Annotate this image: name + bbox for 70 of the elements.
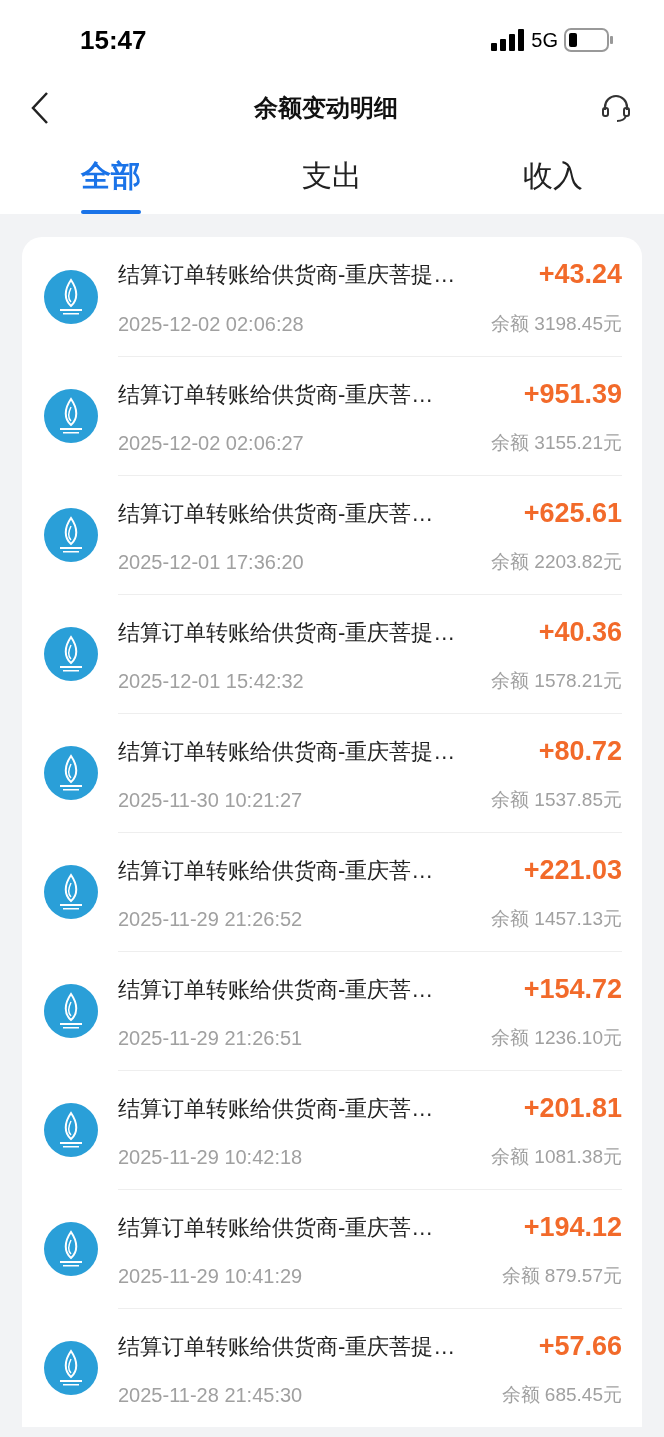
transaction-amount: +951.39	[523, 377, 622, 411]
transaction-amount: +625.61	[523, 496, 622, 530]
transaction-row[interactable]: 结算订单转账给供货商-重庆菩提… +43.24 2025-12-02 02:06:28 余额 3198.45元	[22, 237, 642, 356]
balance-text: 余额 3155.21元	[491, 431, 622, 455]
transaction-row[interactable]: 结算订单转账给供货商-重庆菩… +625.61 2025-12-01 17:36:20 余额 2203.82元	[22, 475, 642, 594]
transaction-title: 结算订单转账给供货商-重庆菩提…	[118, 1332, 456, 1361]
seed-logo-icon	[44, 864, 98, 919]
transaction-time: 2025-11-29 21:26:51	[118, 1026, 303, 1052]
transaction-row[interactable]: 结算订单转账给供货商-重庆菩… +951.39 2025-12-02 02:06:27 余额 3155.21元	[22, 356, 642, 475]
transaction-amount: +154.72	[523, 972, 622, 1006]
back-icon	[30, 91, 50, 125]
transaction-amount: +194.12	[523, 1210, 622, 1244]
balance-text: 余额 1578.21元	[491, 669, 622, 693]
seed-logo-icon	[44, 388, 98, 443]
filter-tab[interactable]: 支出	[221, 136, 443, 214]
transaction-row[interactable]: 结算订单转账给供货商-重庆菩… +194.12 2025-11-29 10:41:29 余额 879.57元	[22, 1189, 642, 1308]
balance-text: 余额 1537.85元	[491, 788, 622, 812]
transaction-amount: +201.81	[523, 1091, 622, 1125]
battery-icon	[564, 28, 614, 52]
seed-logo-icon	[44, 269, 98, 324]
transaction-time: 2025-11-30 10:21:27	[118, 788, 303, 814]
transaction-row[interactable]: 结算订单转账给供货商-重庆菩提… +80.72 2025-11-30 10:21:27 余额 1537.85元	[22, 713, 642, 832]
transaction-time: 2025-11-29 21:26:52	[118, 907, 303, 933]
seed-logo-icon	[44, 1102, 98, 1157]
transaction-title: 结算订单转账给供货商-重庆菩…	[118, 856, 434, 885]
transaction-row[interactable]: 结算订单转账给供货商-重庆菩… +154.72 2025-11-29 21:26:51 余额 1236.10元	[22, 951, 642, 1070]
transaction-title: 结算订单转账给供货商-重庆菩…	[118, 380, 434, 409]
transaction-amount: +221.03	[523, 853, 622, 887]
transaction-row[interactable]: 结算订单转账给供货商-重庆菩… +201.81 2025-11-29 10:42:18 余额 1081.38元	[22, 1070, 642, 1189]
transaction-title: 结算订单转账给供货商-重庆菩提…	[118, 737, 456, 766]
page-title: 余额变动明细	[254, 93, 398, 123]
transaction-time: 2025-12-02 02:06:28	[118, 311, 304, 337]
balance-text: 余额 3198.45元	[491, 311, 622, 336]
transaction-amount: +80.72	[538, 734, 622, 768]
balance-text: 余额 1081.38元	[491, 1145, 622, 1169]
balance-text: 余额 1457.13元	[491, 907, 622, 931]
seed-logo-icon	[44, 1340, 98, 1395]
transaction-time: 2025-11-29 10:41:29	[118, 1264, 303, 1290]
balance-text: 余额 1236.10元	[491, 1026, 622, 1050]
transaction-time: 2025-11-29 10:42:18	[118, 1145, 303, 1171]
balance-text: 余额 685.45元	[501, 1383, 622, 1407]
transaction-amount: +43.24	[538, 258, 622, 292]
seed-logo-icon	[44, 626, 98, 681]
signal-icon	[491, 29, 526, 51]
headset-icon	[600, 92, 632, 124]
transaction-time: 2025-11-28 21:45:30	[118, 1383, 303, 1409]
transaction-row[interactable]: 结算订单转账给供货商-重庆菩提… +57.66 2025-11-28 21:45:30 余额 685.45元	[22, 1308, 642, 1427]
seed-logo-icon	[44, 983, 98, 1038]
status-time: 15:47	[80, 23, 147, 57]
transaction-title: 结算订单转账给供货商-重庆菩提…	[118, 261, 456, 289]
transaction-title: 结算订单转账给供货商-重庆菩…	[118, 1094, 434, 1123]
transaction-time: 2025-12-01 15:42:32	[118, 669, 304, 695]
network-label: 5G	[531, 28, 558, 53]
filter-tab[interactable]: 收入	[442, 136, 664, 214]
transaction-title: 结算订单转账给供货商-重庆菩…	[118, 1213, 434, 1242]
transaction-amount: +57.66	[538, 1329, 622, 1363]
transaction-row[interactable]: 结算订单转账给供货商-重庆菩… +221.03 2025-11-29 21:26:52 余额 1457.13元	[22, 832, 642, 951]
balance-text: 余额 879.57元	[501, 1264, 622, 1288]
transaction-title: 结算订单转账给供货商-重庆菩…	[118, 499, 434, 528]
transaction-amount: +40.36	[538, 615, 622, 649]
transaction-time: 2025-12-02 02:06:27	[118, 431, 304, 457]
transaction-time: 2025-12-01 17:36:20	[118, 550, 304, 576]
seed-logo-icon	[44, 745, 98, 800]
transaction-title: 结算订单转账给供货商-重庆菩提…	[118, 618, 456, 647]
seed-logo-icon	[44, 1221, 98, 1276]
transaction-row[interactable]: 结算订单转账给供货商-重庆菩提… +40.36 2025-12-01 15:42:32 余额 1578.21元	[22, 594, 642, 713]
seed-logo-icon	[44, 507, 98, 562]
transaction-title: 结算订单转账给供货商-重庆菩…	[118, 975, 434, 1004]
filter-tab[interactable]: 全部	[0, 136, 222, 214]
balance-text: 余额 2203.82元	[491, 550, 622, 574]
